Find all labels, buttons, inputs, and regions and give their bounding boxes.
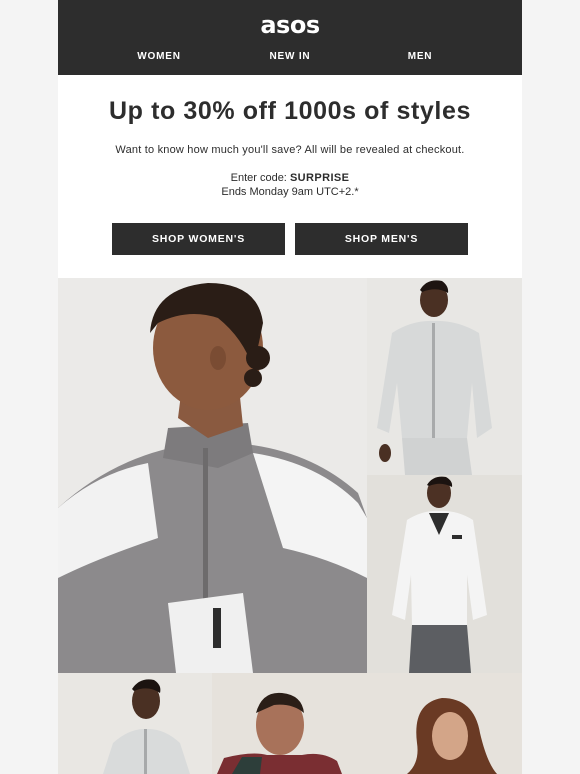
asos-logo[interactable]: asos (58, 11, 522, 39)
shop-mens-button[interactable]: SHOP MEN'S (295, 223, 468, 255)
promo-subtext: Want to know how much you'll save? All w… (115, 144, 465, 156)
half-zip-model-image[interactable] (58, 673, 212, 774)
nav-women[interactable]: WOMEN (137, 51, 180, 62)
nav-men[interactable]: MEN (408, 51, 433, 62)
white-jacket-model-image[interactable] (367, 475, 522, 673)
product-image-grid (58, 278, 522, 774)
two-models-image[interactable] (212, 673, 522, 774)
promo-end-date: Ends Monday 9am UTC+2.* (221, 186, 359, 198)
light-jacket-model-image[interactable] (367, 278, 522, 475)
shop-womens-button[interactable]: SHOP WOMEN'S (112, 223, 285, 255)
promo-code-prefix: Enter code: (230, 172, 287, 184)
promo-hero: Up to 30% off 1000s of styles Want to kn… (58, 75, 522, 278)
promo-code-line: Enter code: SURPRISE (58, 172, 522, 184)
header: asos WOMEN NEW IN MEN (58, 0, 522, 75)
main-model-image[interactable] (58, 278, 367, 673)
promo-code: SURPRISE (289, 172, 350, 184)
email-container: asos WOMEN NEW IN MEN Up to 30% off 1000… (58, 0, 522, 774)
nav-new-in[interactable]: NEW IN (270, 51, 311, 62)
promo-headline: Up to 30% off 1000s of styles (109, 97, 471, 125)
